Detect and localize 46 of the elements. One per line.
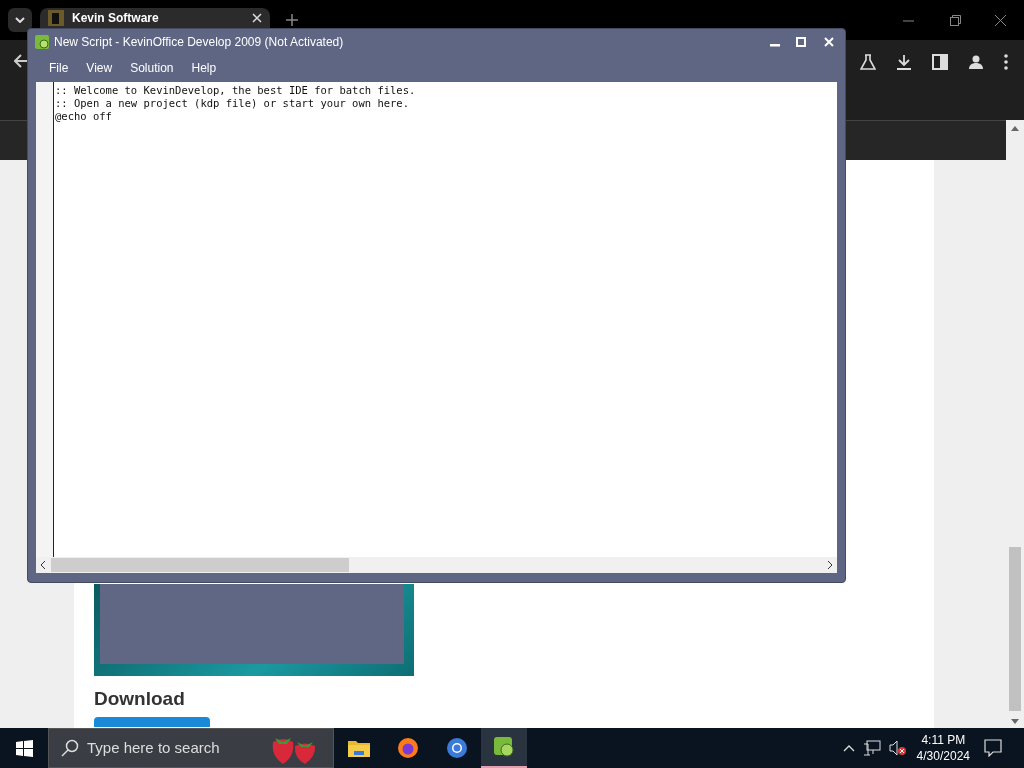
chevron-up-icon[interactable]: [842, 744, 855, 752]
maximize-icon[interactable]: [796, 36, 806, 47]
code-line: @echo off: [55, 110, 112, 123]
code-line: :: Welcome to KevinDevelop, the best IDE for batch files.: [55, 84, 416, 97]
clock-date: 4/30/2024: [916, 748, 970, 764]
menu-item[interactable]: File: [42, 59, 76, 77]
scroll-left-icon[interactable]: [40, 561, 46, 569]
search-placeholder: Type here to search: [87, 737, 221, 758]
menu-item[interactable]: Solution: [123, 59, 181, 77]
browser-icon: [445, 737, 468, 759]
favicon-icon: [48, 10, 64, 26]
scroll-right-icon[interactable]: [827, 561, 833, 569]
app-icon: [493, 736, 515, 758]
back-icon[interactable]: [14, 54, 28, 68]
menu-item[interactable]: Help: [184, 59, 224, 77]
chevron-down-icon: [15, 17, 25, 23]
profile-icon[interactable]: [968, 54, 984, 70]
code-line: :: Open a new project (kdp file) or start your own here.: [55, 97, 409, 110]
window-title: New Script - KevinOffice Develop 2009 (Not Activated): [54, 33, 345, 51]
section-heading: Download: [94, 687, 185, 711]
network-icon[interactable]: [862, 740, 881, 756]
notification-icon[interactable]: [984, 739, 1002, 757]
scroll-up-icon[interactable]: [1011, 126, 1019, 131]
tab-title: Kevin Software: [72, 10, 160, 27]
muted-speaker-icon[interactable]: [888, 740, 907, 756]
scroll-down-icon[interactable]: [1011, 719, 1019, 724]
search-field[interactable]: Type here to search: [48, 728, 334, 768]
folder-icon: [347, 739, 370, 757]
windows-start-icon[interactable]: [15, 739, 33, 757]
clock-time: 4:11 PM: [921, 732, 966, 748]
app-icon: [35, 34, 49, 49]
search-icon: [61, 739, 79, 757]
menu-item[interactable]: View: [79, 59, 120, 77]
download-icon[interactable]: [896, 54, 912, 70]
scrollbar-thumb[interactable]: [51, 558, 349, 572]
flask-icon[interactable]: [860, 54, 876, 70]
taskbar-app[interactable]: [481, 728, 527, 768]
firefox-icon: [396, 737, 419, 759]
tab-list-button[interactable]: [8, 8, 32, 32]
restore-icon[interactable]: [950, 14, 961, 26]
menu-icon[interactable]: [1004, 54, 1008, 70]
sidebar-icon[interactable]: [932, 54, 948, 70]
close-icon[interactable]: [995, 14, 1006, 26]
browser-tab[interactable]: Kevin Software: [40, 8, 270, 28]
scrollbar-thumb[interactable]: [1009, 547, 1021, 711]
new-tab-icon[interactable]: [286, 14, 298, 26]
